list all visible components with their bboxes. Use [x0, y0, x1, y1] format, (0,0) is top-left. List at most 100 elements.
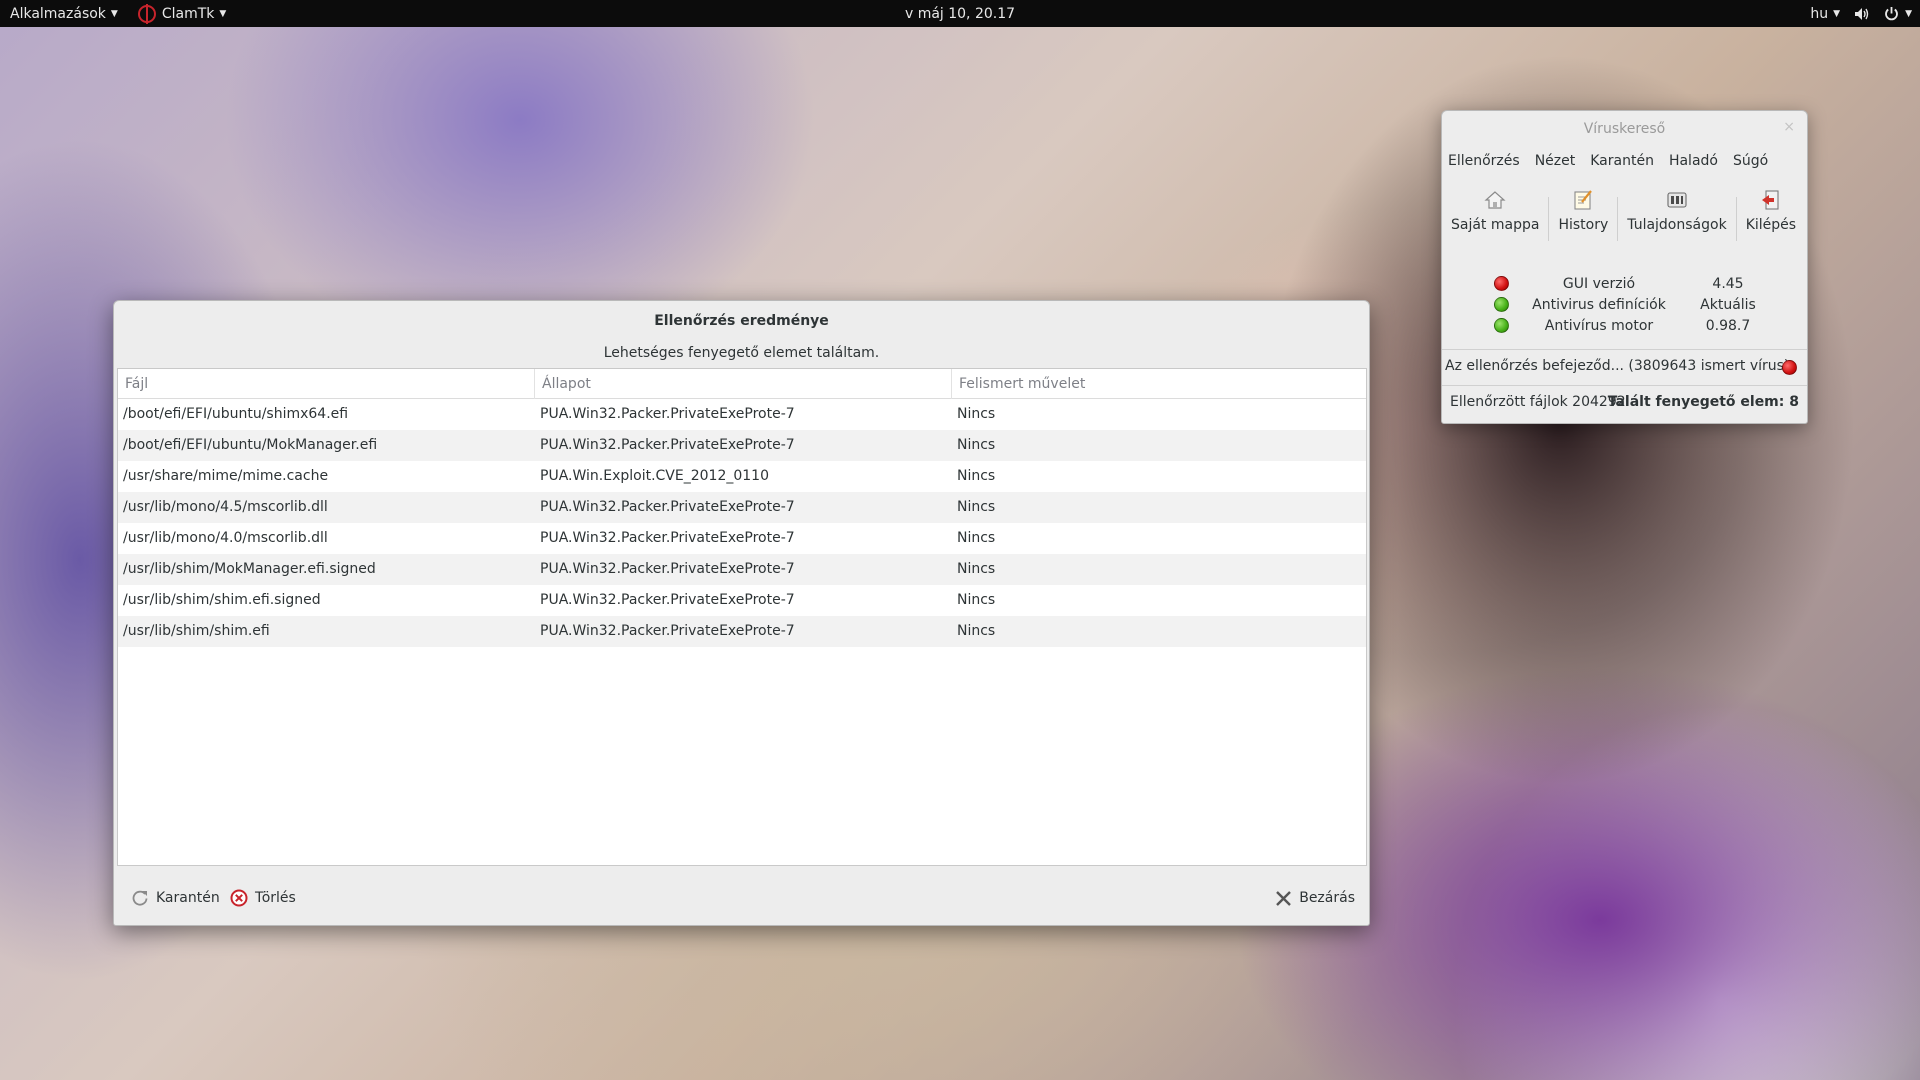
cell-status: PUA.Win.Exploit.CVE_2012_0110	[540, 468, 769, 484]
cell-action: Nincs	[957, 592, 996, 608]
menu-advanced[interactable]: Haladó	[1669, 153, 1718, 169]
cell-action: Nincs	[957, 623, 996, 639]
status-green-dot-icon	[1494, 297, 1509, 312]
status-row-engine: Antivírus motor 0.98.7	[1442, 315, 1807, 336]
home-folder-label: Saját mappa	[1451, 217, 1540, 233]
app-menu[interactable]: ClamTk ▼	[128, 0, 236, 27]
table-row[interactable]: /usr/lib/shim/shim.efi PUA.Win32.Packer.P…	[118, 616, 1366, 647]
cell-file: /usr/lib/shim/MokManager.efi.signed	[123, 561, 376, 577]
window-close-icon[interactable]: ×	[1783, 119, 1795, 135]
home-icon	[1484, 191, 1506, 209]
menu-scan[interactable]: Ellenőrzés	[1448, 153, 1520, 169]
properties-button[interactable]: Tulajdonságok	[1618, 187, 1735, 247]
exit-label: Kilépés	[1745, 217, 1797, 233]
divider	[1442, 385, 1807, 386]
top-bar: Alkalmazások ▼ ClamTk ▼ v máj 10, 20.17 …	[0, 0, 1920, 27]
cell-file: /boot/efi/EFI/ubuntu/shimx64.efi	[123, 406, 349, 422]
table-row[interactable]: /usr/lib/mono/4.5/mscorlib.dll PUA.Win32.…	[118, 492, 1366, 523]
applications-menu-label: Alkalmazások	[10, 5, 106, 22]
cell-file: /usr/lib/mono/4.0/mscorlib.dll	[123, 530, 328, 546]
toolbar: Saját mappa History Tulajdonságok Kilépé…	[1442, 187, 1807, 247]
close-button-label: Bezárás	[1299, 890, 1355, 906]
applications-menu[interactable]: Alkalmazások ▼	[0, 0, 128, 27]
column-header-status[interactable]: Állapot	[535, 369, 952, 399]
menu-bar: Ellenőrzés Nézet Karantén Haladó Súgó	[1448, 153, 1768, 169]
status-label: Antivirus definíciók	[1532, 296, 1666, 313]
cell-action: Nincs	[957, 499, 996, 515]
status-grid: GUI verzió 4.45 Antivirus definíciók Akt…	[1442, 273, 1807, 336]
clock[interactable]: v máj 10, 20.17	[905, 6, 1015, 22]
cell-file: /usr/lib/shim/shim.efi	[123, 623, 270, 639]
app-menu-label: ClamTk	[161, 5, 215, 22]
menu-view[interactable]: Nézet	[1535, 153, 1576, 169]
results-table: Fájl Állapot Felismert művelet /boot/efi…	[117, 368, 1367, 866]
divider	[1442, 349, 1807, 350]
column-header-action[interactable]: Felismert művelet	[952, 369, 1366, 399]
cell-action: Nincs	[957, 406, 996, 422]
status-value: 4.45	[1712, 275, 1744, 292]
quarantine-button-label: Karantén	[156, 890, 220, 906]
home-folder-button[interactable]: Saját mappa	[1442, 187, 1548, 247]
cell-file: /usr/lib/mono/4.5/mscorlib.dll	[123, 499, 328, 515]
table-row[interactable]: /usr/share/mime/mime.cache PUA.Win.Exploi…	[118, 461, 1366, 492]
status-row-gui-version: GUI verzió 4.45	[1442, 273, 1807, 294]
status-red-dot-icon	[1494, 276, 1509, 291]
status-label: Antivírus motor	[1544, 317, 1654, 334]
table-row[interactable]: /boot/efi/EFI/ubuntu/shimx64.efi PUA.Win3…	[118, 399, 1366, 430]
virus-scanner-window: Víruskereső × Ellenőrzés Nézet Karantén …	[1441, 110, 1808, 424]
cell-action: Nincs	[957, 437, 996, 453]
stop-red-dot-icon[interactable]	[1782, 360, 1797, 375]
history-label: History	[1558, 217, 1609, 233]
cell-action: Nincs	[957, 468, 996, 484]
cell-status: PUA.Win32.Packer.PrivateExeProte-7	[540, 561, 795, 577]
table-header: Fájl Állapot Felismert művelet	[118, 369, 1366, 399]
quarantine-button[interactable]: Karantén	[125, 879, 226, 917]
chevron-down-icon: ▼	[219, 8, 227, 19]
dialog-title: Ellenőrzés eredménye	[654, 313, 829, 329]
cell-file: /usr/share/mime/mime.cache	[123, 468, 329, 484]
history-button[interactable]: History	[1549, 187, 1617, 247]
scan-status-text: Az ellenőrzés befejeződ... (3809643 isme…	[1445, 358, 1790, 374]
delete-button-label: Törlés	[255, 890, 296, 906]
delete-button[interactable]: Törlés	[224, 879, 302, 917]
status-value: Aktuális	[1700, 296, 1756, 313]
table-row[interactable]: /boot/efi/EFI/ubuntu/MokManager.efi PUA.W…	[118, 430, 1366, 461]
cell-file: /boot/efi/EFI/ubuntu/MokManager.efi	[123, 437, 378, 453]
language-menu[interactable]: hu ▼	[1810, 0, 1840, 27]
chevron-down-icon: ▼	[110, 8, 118, 19]
table-row[interactable]: /usr/lib/mono/4.0/mscorlib.dll PUA.Win32.…	[118, 523, 1366, 554]
properties-label: Tulajdonságok	[1627, 217, 1727, 233]
close-button[interactable]: Bezárás	[1269, 879, 1361, 917]
cell-status: PUA.Win32.Packer.PrivateExeProte-7	[540, 623, 795, 639]
cell-status: PUA.Win32.Packer.PrivateExeProte-7	[540, 499, 795, 515]
cell-status: PUA.Win32.Packer.PrivateExeProte-7	[540, 530, 795, 546]
scan-status-indicator	[1782, 360, 1797, 375]
language-label: hu	[1810, 5, 1829, 22]
close-icon	[1276, 890, 1292, 906]
system-menu[interactable]: ▼	[1884, 6, 1912, 21]
cell-status: PUA.Win32.Packer.PrivateExeProte-7	[540, 437, 795, 453]
scan-results-dialog: Ellenőrzés eredménye Lehetséges fenyeget…	[113, 300, 1370, 926]
menu-help[interactable]: Súgó	[1733, 153, 1768, 169]
power-icon	[1885, 7, 1898, 21]
clamtk-logo-icon	[137, 3, 156, 24]
files-checked-count: Ellenőrzött fájlok 204292	[1450, 394, 1626, 410]
dialog-footer: Karantén Törlés Bezárás	[114, 869, 1369, 927]
table-row[interactable]: /usr/lib/shim/MokManager.efi.signed PUA.W…	[118, 554, 1366, 585]
chevron-down-icon: ▼	[1905, 8, 1912, 19]
table-body: /boot/efi/EFI/ubuntu/shimx64.efi PUA.Win3…	[118, 399, 1366, 647]
table-row[interactable]: /usr/lib/shim/shim.efi.signed PUA.Win32.P…	[118, 585, 1366, 616]
menu-quarantine[interactable]: Karantén	[1590, 153, 1654, 169]
exit-icon	[1761, 190, 1779, 210]
column-header-file[interactable]: Fájl	[118, 369, 535, 399]
chevron-down-icon: ▼	[1833, 8, 1841, 19]
exit-button[interactable]: Kilépés	[1737, 187, 1805, 247]
cell-status: PUA.Win32.Packer.PrivateExeProte-7	[540, 592, 795, 608]
volume-icon[interactable]	[1854, 7, 1870, 21]
notepad-icon	[1574, 190, 1593, 210]
status-value: 0.98.7	[1705, 317, 1751, 334]
properties-icon	[1667, 192, 1687, 208]
cell-action: Nincs	[957, 530, 996, 546]
refresh-icon	[132, 890, 148, 906]
cell-file: /usr/lib/shim/shim.efi.signed	[123, 592, 321, 608]
